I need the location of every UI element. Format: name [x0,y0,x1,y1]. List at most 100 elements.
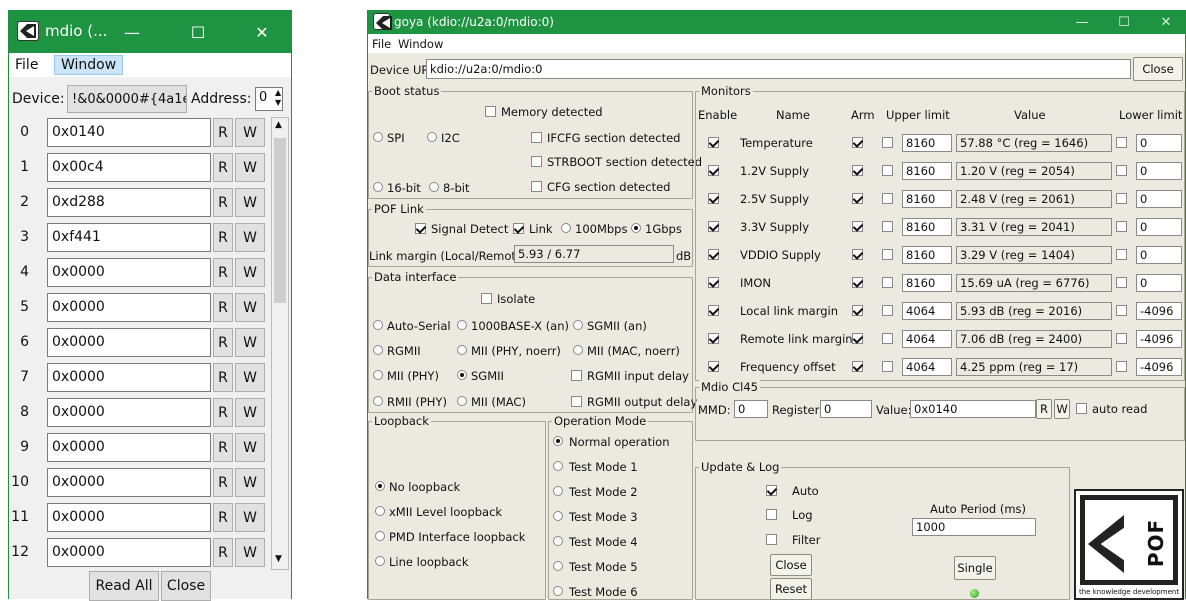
enable-checkbox[interactable] [708,137,719,148]
mii-phy-radio[interactable] [373,370,383,380]
device-url-input[interactable]: kdio://u2a:0/mdio:0 [426,59,1131,79]
title-bar[interactable]: goya (kdio://u2a:0/mdio:0) — ☐ ✕ [368,11,1185,34]
register-value-input[interactable]: 0x0000 [47,293,211,322]
register-read-button[interactable]: R [213,258,233,287]
reset-button[interactable]: Reset [770,578,812,600]
upper-limit-input[interactable]: 8160 [902,190,952,208]
i2c-radio[interactable] [427,132,437,142]
close-icon[interactable]: ✕ [239,11,285,53]
register-write-button[interactable]: W [235,188,265,217]
register-value-input[interactable]: 0x0000 [47,363,211,392]
register-read-button[interactable]: R [213,503,233,532]
isolate-checkbox[interactable] [481,293,492,304]
register-value-input[interactable]: 0x0000 [47,503,211,532]
mii-phy-noerr-radio[interactable] [457,345,467,355]
register-write-button[interactable]: W [235,468,265,497]
register-value-input[interactable]: 0x00c4 [47,153,211,182]
register-value-input[interactable]: 0x0000 [47,398,211,427]
register-read-button[interactable]: R [213,293,233,322]
lower-limit-input[interactable]: 0 [1136,246,1182,264]
enable-checkbox[interactable] [708,249,719,260]
operation-mode-radio[interactable] [553,511,563,521]
log-checkbox[interactable] [766,509,777,520]
mii-mac-radio[interactable] [457,396,467,406]
menu-window[interactable]: Window [54,55,124,75]
operation-mode-radio[interactable] [553,486,563,496]
arm-checkbox[interactable] [852,165,863,176]
register-value-input[interactable]: 0x0000 [47,433,211,462]
16bit-radio[interactable] [373,182,383,192]
enable-checkbox[interactable] [708,221,719,232]
upper-enable-checkbox[interactable] [882,221,893,232]
register-read-button[interactable]: R [213,468,233,497]
register-input[interactable]: 0 [820,400,872,418]
enable-checkbox[interactable] [708,193,719,204]
lower-limit-input[interactable]: 0 [1136,218,1182,236]
enable-checkbox[interactable] [708,277,719,288]
arm-checkbox[interactable] [852,221,863,232]
minimize-icon[interactable]: — [1062,11,1102,34]
lower-limit-input[interactable]: -4096 [1136,358,1182,376]
spin-arrows-icon[interactable]: ▲ ▼ [275,88,281,108]
arm-checkbox[interactable] [852,277,863,288]
upper-enable-checkbox[interactable] [882,333,893,344]
link-checkbox[interactable] [513,223,524,234]
register-write-button[interactable]: W [235,258,265,287]
sgmii-radio[interactable] [457,370,467,380]
lower-enable-checkbox[interactable] [1116,249,1127,260]
lower-limit-input[interactable]: -4096 [1136,330,1182,348]
operation-mode-radio[interactable] [553,461,563,471]
lower-limit-input[interactable]: 0 [1136,162,1182,180]
upper-enable-checkbox[interactable] [882,249,893,260]
upper-enable-checkbox[interactable] [882,165,893,176]
upper-enable-checkbox[interactable] [882,193,893,204]
loopback-radio[interactable] [375,481,385,491]
100mbps-radio[interactable] [561,223,571,233]
upper-enable-checkbox[interactable] [882,137,893,148]
menu-file[interactable]: File [15,57,38,73]
mdio-read-button[interactable]: R [1036,399,1052,419]
sgmii-an-radio[interactable] [573,320,583,330]
upper-limit-input[interactable]: 8160 [902,274,952,292]
menu-window[interactable]: Window [398,37,443,51]
register-write-button[interactable]: W [235,363,265,392]
register-write-button[interactable]: W [235,433,265,462]
enable-checkbox[interactable] [708,361,719,372]
enable-checkbox[interactable] [708,165,719,176]
loopback-radio[interactable] [375,531,385,541]
operation-mode-radio[interactable] [553,561,563,571]
auto-read-checkbox[interactable] [1076,403,1087,414]
scroll-up-icon[interactable]: ▲ [275,120,282,130]
mdio-write-button[interactable]: W [1054,399,1070,419]
arm-checkbox[interactable] [852,249,863,260]
lower-limit-input[interactable]: -4096 [1136,302,1182,320]
register-read-button[interactable]: R [213,188,233,217]
mii-mac-noerr-radio[interactable] [573,345,583,355]
scroll-down-icon[interactable]: ▼ [275,554,282,564]
register-read-button[interactable]: R [213,363,233,392]
lower-enable-checkbox[interactable] [1116,137,1127,148]
log-close-button[interactable]: Close [770,554,812,576]
arm-checkbox[interactable] [852,305,863,316]
upper-enable-checkbox[interactable] [882,361,893,372]
lower-limit-input[interactable]: 0 [1136,190,1182,208]
mmd-input[interactable]: 0 [734,400,768,418]
register-value-input[interactable]: 0xd288 [47,188,211,217]
enable-checkbox[interactable] [708,333,719,344]
register-write-button[interactable]: W [235,538,265,567]
scroll-thumb[interactable] [274,138,286,303]
lower-enable-checkbox[interactable] [1116,333,1127,344]
upper-limit-input[interactable]: 8160 [902,162,952,180]
maximize-icon[interactable]: ☐ [175,11,221,53]
rgmii-radio[interactable] [373,345,383,355]
register-read-button[interactable]: R [213,538,233,567]
menu-file[interactable]: File [372,37,391,51]
arm-checkbox[interactable] [852,193,863,204]
upper-limit-input[interactable]: 4064 [902,358,952,376]
register-write-button[interactable]: W [235,398,265,427]
value-input[interactable]: 0x0140 [910,400,1036,418]
operation-mode-radio[interactable] [553,436,563,446]
operation-mode-radio[interactable] [553,586,563,596]
upper-enable-checkbox[interactable] [882,305,893,316]
signal-detect-checkbox[interactable] [415,223,426,234]
